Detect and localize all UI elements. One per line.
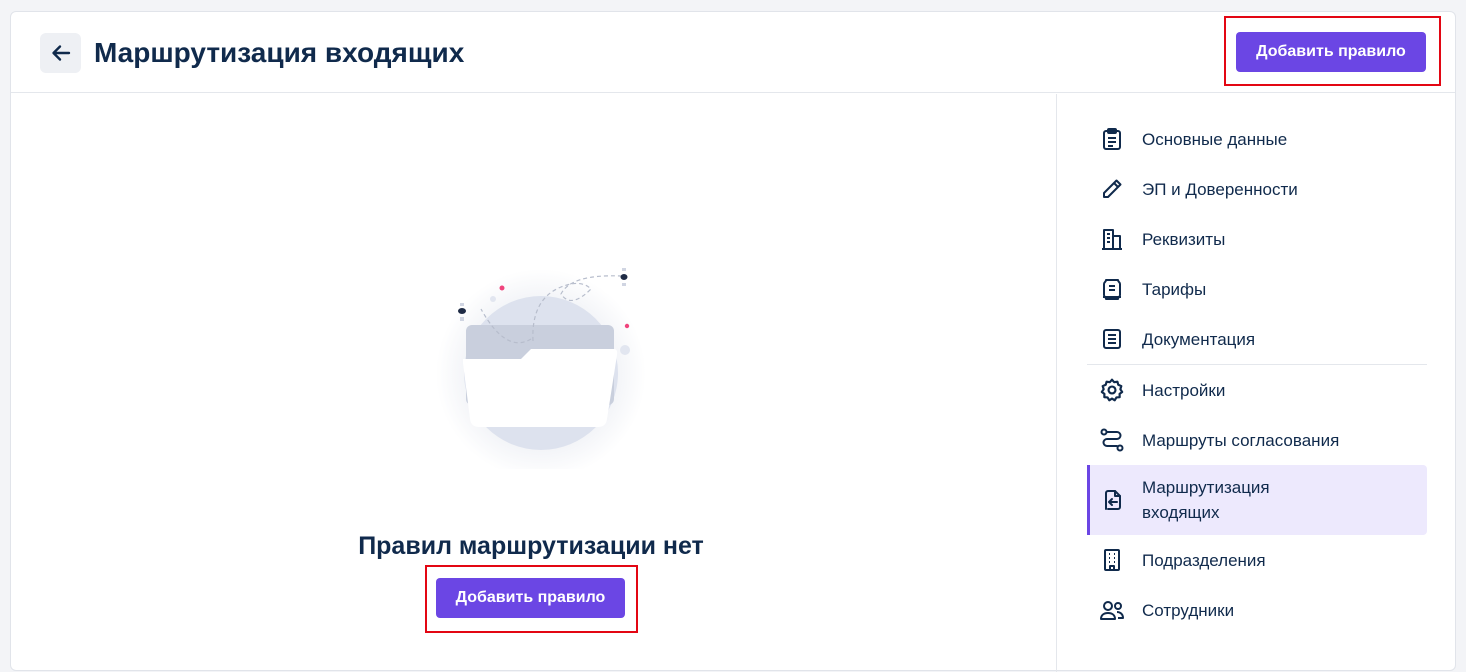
sidebar-item-label: Маршруты согласования bbox=[1142, 430, 1340, 450]
sidebar-item-signatures[interactable]: ЭП и Доверенности bbox=[1087, 164, 1427, 214]
sidebar-item-label: Сотрудники bbox=[1142, 600, 1235, 620]
sidebar-item-tariffs[interactable]: Тарифы bbox=[1087, 264, 1427, 314]
empty-state-title: Правил маршрутизации нет bbox=[358, 532, 704, 560]
sidebar-item-label: Тарифы bbox=[1142, 279, 1207, 299]
sidebar-item-settings[interactable]: Настройки bbox=[1087, 365, 1427, 415]
settings-sidebar: Основные данные ЭП и Доверенности Реквиз… bbox=[1056, 94, 1456, 672]
sidebar-item-label: Подразделения bbox=[1142, 550, 1266, 570]
sidebar-item-label: Документация bbox=[1142, 329, 1256, 349]
sidebar-item-approval-routes[interactable]: Маршруты согласования bbox=[1087, 415, 1427, 465]
building-icon bbox=[1097, 545, 1127, 575]
route-icon bbox=[1097, 425, 1127, 455]
sidebar-item-label: Настройки bbox=[1142, 380, 1226, 400]
pen-icon bbox=[1097, 174, 1127, 204]
document-icon bbox=[1097, 324, 1127, 354]
back-button[interactable] bbox=[40, 33, 81, 73]
receipt-icon bbox=[1097, 274, 1127, 304]
sidebar-item-label: Основные данные bbox=[1142, 129, 1288, 149]
highlight-frame-header bbox=[1224, 16, 1441, 86]
highlight-frame-main bbox=[425, 565, 638, 633]
settings-nav: Основные данные ЭП и Доверенности Реквиз… bbox=[1087, 114, 1427, 635]
empty-folder-illustration bbox=[436, 268, 646, 469]
bank-icon bbox=[1097, 224, 1127, 254]
arrow-left-icon bbox=[51, 45, 70, 61]
sidebar-item-label: ЭП и Доверенности bbox=[1142, 179, 1298, 199]
gear-icon bbox=[1097, 375, 1127, 405]
settings-card: Маршрутизация входящих Добавить правило bbox=[10, 11, 1456, 672]
sidebar-item-main-data[interactable]: Основные данные bbox=[1087, 114, 1427, 164]
sidebar-item-employees[interactable]: Сотрудники bbox=[1087, 585, 1427, 635]
sidebar-item-label: Маршрутизация входящих bbox=[1142, 478, 1270, 522]
sidebar-item-documentation[interactable]: Документация bbox=[1087, 314, 1427, 364]
page-header: Маршрутизация входящих Добавить правило bbox=[11, 12, 1455, 93]
sidebar-item-incoming-routing[interactable]: Маршрутизация входящих bbox=[1087, 465, 1427, 535]
sidebar-item-label: Реквизиты bbox=[1142, 229, 1226, 249]
clipboard-icon bbox=[1097, 124, 1127, 154]
main-content: Правил маршрутизации нет Добавить правил… bbox=[11, 94, 1056, 672]
page-title: Маршрутизация входящих bbox=[94, 37, 465, 68]
sidebar-item-requisites[interactable]: Реквизиты bbox=[1087, 214, 1427, 264]
users-icon bbox=[1097, 595, 1127, 625]
incoming-doc-icon bbox=[1097, 485, 1127, 515]
sidebar-item-departments[interactable]: Подразделения bbox=[1087, 535, 1427, 585]
